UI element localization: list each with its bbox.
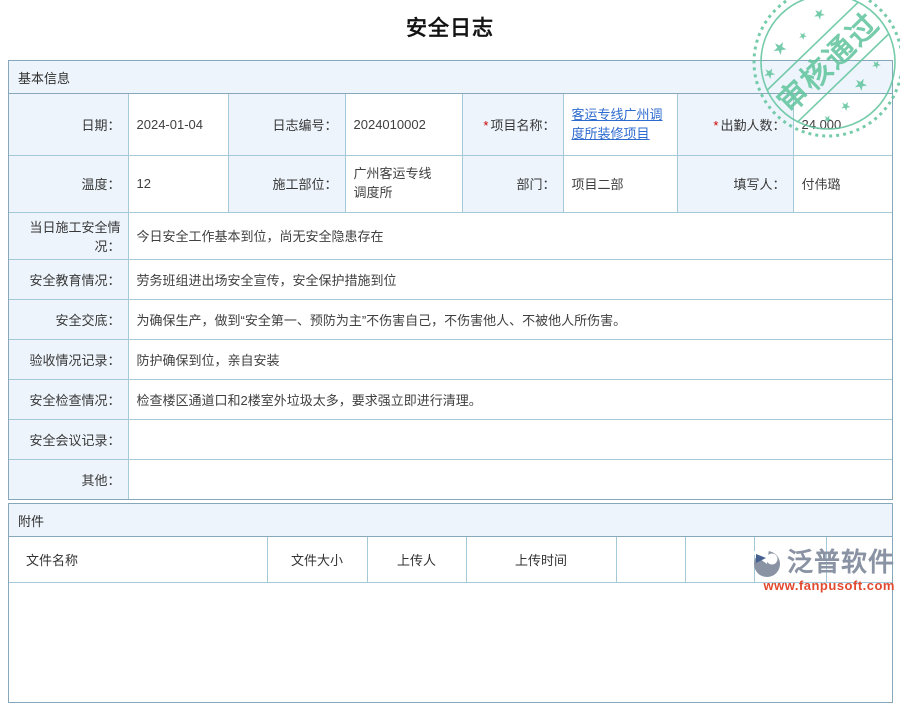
location-value: 广州客运专线调度所 xyxy=(345,155,462,212)
section-title-basic: 基本信息 xyxy=(9,61,892,94)
vendor-branding: 泛普软件 www.fanpusoft.com xyxy=(749,544,895,594)
fanpu-logo-icon xyxy=(749,544,785,580)
log-no-label: 日志编号： xyxy=(228,94,345,155)
safety-disclosure-value: 为确保生产，做到“安全第一、预防为主”不伤害自己，不伤害他人、不被他人所伤害。 xyxy=(128,299,892,339)
department-value: 项目二部 xyxy=(563,155,677,212)
safety-inspection-value: 检查楼区通道口和2楼室外垃圾太多，要求强立即进行清理。 xyxy=(128,379,892,419)
filler-value: 付伟璐 xyxy=(793,155,892,212)
today-safety-label: 当日施工安全情况： xyxy=(9,212,128,259)
project-value[interactable]: 客运专线广州调度所装修项目 xyxy=(563,94,677,155)
date-value: 2024-01-04 xyxy=(128,94,228,155)
log-no-value: 2024010002 xyxy=(345,94,462,155)
temperature-label: 温度： xyxy=(9,155,128,212)
col-uploader: 上传人 xyxy=(367,537,466,582)
col-extra-2 xyxy=(685,537,754,582)
location-label: 施工部位： xyxy=(228,155,345,212)
filler-label: 填写人： xyxy=(677,155,793,212)
acceptance-record-value: 防护确保到位，亲自安装 xyxy=(128,339,892,379)
other-value xyxy=(128,459,892,499)
basic-info-panel: 基本信息 日期： 2024-01-04 日志编号： 2024010002 *项目… xyxy=(8,60,893,500)
col-file-size: 文件大小 xyxy=(267,537,367,582)
department-label: 部门： xyxy=(462,155,563,212)
safety-inspection-label: 安全检查情况： xyxy=(9,379,128,419)
safety-meeting-value xyxy=(128,419,892,459)
attendance-value: 24.000 xyxy=(793,94,892,155)
safety-meeting-label: 安全会议记录： xyxy=(9,419,128,459)
project-label: *项目名称： xyxy=(462,94,563,155)
date-label: 日期： xyxy=(9,94,128,155)
safety-disclosure-label: 安全交底： xyxy=(9,299,128,339)
safety-education-label: 安全教育情况： xyxy=(9,259,128,299)
required-asterisk: * xyxy=(483,118,488,133)
safety-education-value: 劳务班组进出场安全宣传，安全保护措施到位 xyxy=(128,259,892,299)
vendor-name: 泛普软件 xyxy=(787,549,895,575)
page-title: 安全日志 xyxy=(0,12,900,42)
temperature-value: 12 xyxy=(128,155,228,212)
attendance-label: *出勤人数： xyxy=(677,94,793,155)
col-upload-time: 上传时间 xyxy=(466,537,616,582)
required-asterisk: * xyxy=(713,118,718,133)
section-title-attachments: 附件 xyxy=(9,504,892,537)
col-extra-1 xyxy=(616,537,685,582)
col-file-name: 文件名称 xyxy=(9,537,267,582)
basic-info-table: 日期： 2024-01-04 日志编号： 2024010002 *项目名称： 客… xyxy=(9,94,892,499)
other-label: 其他： xyxy=(9,459,128,499)
acceptance-record-label: 验收情况记录： xyxy=(9,339,128,379)
vendor-url: www.fanpusoft.com xyxy=(763,578,895,594)
project-link[interactable]: 客运专线广州调度所装修项目 xyxy=(572,105,669,144)
today-safety-value: 今日安全工作基本到位，尚无安全隐患存在 xyxy=(128,212,892,259)
attachments-panel: 附件 文件名称 文件大小 上传人 上传时间 xyxy=(8,503,893,703)
